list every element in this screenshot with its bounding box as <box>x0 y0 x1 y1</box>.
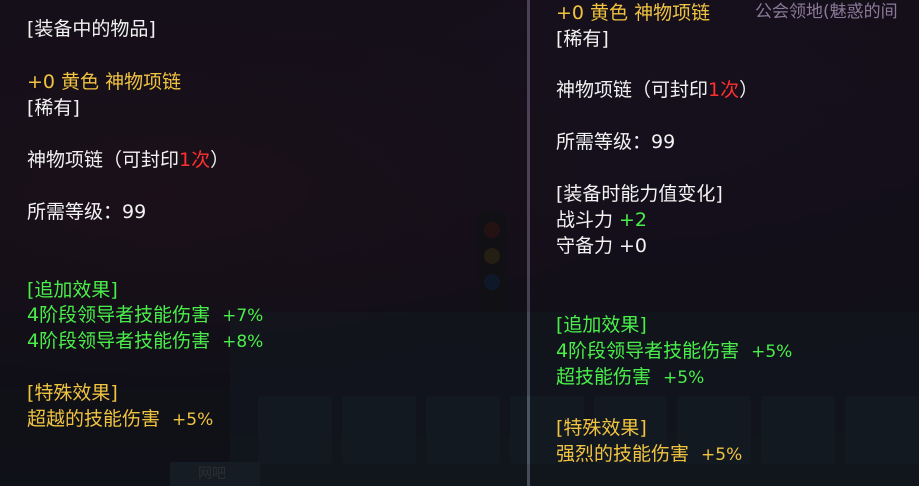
extra-effect-row: 4阶段领导者技能伤害 +8% <box>27 329 263 354</box>
extra-effect-value: +7% <box>222 306 264 326</box>
seal-count: 1次 <box>179 149 211 171</box>
seal-suffix: ） <box>739 79 759 101</box>
compare-special-effect-header: [特殊效果] <box>556 417 647 439</box>
compare-extra-effect-row: 4阶段领导者技能伤害 +5% <box>556 339 792 364</box>
stat-change-row: 战斗力 +2 <box>556 208 647 232</box>
compare-required-level: 所需等级：99 <box>556 131 676 153</box>
item-rarity: [稀有] <box>27 97 80 119</box>
stat-name: 守备力 <box>556 235 614 257</box>
required-level: 所需等级：99 <box>27 201 147 223</box>
stat-name: 战斗力 <box>556 209 614 231</box>
seal-prefix: 神物项链（可封印 <box>556 79 709 101</box>
background-location-text: 公会领地(魅惑的间 <box>755 2 898 22</box>
extra-effect-name: 4阶段领导者技能伤害 <box>27 330 211 352</box>
extra-effect-value: +8% <box>222 332 264 352</box>
compare-special-effect-row: 强烈的技能伤害 +5% <box>556 442 742 467</box>
extra-effect-row: 4阶段领导者技能伤害 +7% <box>27 303 263 328</box>
compare-item-grade-name: +0 黄色 神物项链 <box>556 1 710 25</box>
stat-value: +0 <box>619 235 648 257</box>
equipped-header: [装备中的物品] <box>27 18 156 40</box>
extra-effect-name: 4阶段领导者技能伤害 <box>556 340 740 362</box>
stat-value: +2 <box>619 209 648 231</box>
compare-item-seal-info: 神物项链（可封印1次） <box>556 78 758 102</box>
special-effect-header: [特殊效果] <box>27 382 118 404</box>
seal-count: 1次 <box>708 79 740 101</box>
compare-item-rarity: [稀有] <box>556 28 609 50</box>
extra-effect-value: +5% <box>663 368 705 388</box>
extra-effect-name: 超技能伤害 <box>556 366 652 388</box>
special-effect-value: +5% <box>701 445 743 465</box>
compare-extra-effect-header: [追加效果] <box>556 314 647 336</box>
seal-suffix: ） <box>210 149 230 171</box>
item-grade-name: +0 黄色 神物项链 <box>27 71 182 93</box>
special-effect-value: +5% <box>172 410 214 430</box>
stat-change-header: [装备时能力值变化] <box>556 183 723 205</box>
compare-grade-text: +0 黄色 神物项链 <box>556 2 711 24</box>
special-effect-row: 超越的技能伤害 +5% <box>27 407 213 432</box>
extra-effect-name: 4阶段领导者技能伤害 <box>27 304 211 326</box>
special-effect-name: 强烈的技能伤害 <box>556 443 690 465</box>
stat-change-row: 守备力 +0 <box>556 234 647 258</box>
compare-extra-effect-row: 超技能伤害 +5% <box>556 365 704 390</box>
extra-effect-value: +5% <box>751 342 793 362</box>
special-effect-name: 超越的技能伤害 <box>27 408 161 430</box>
seal-prefix: 神物项链（可封印 <box>27 149 180 171</box>
extra-effect-header: [追加效果] <box>27 279 118 301</box>
item-seal-info: 神物项链（可封印1次） <box>27 148 229 172</box>
